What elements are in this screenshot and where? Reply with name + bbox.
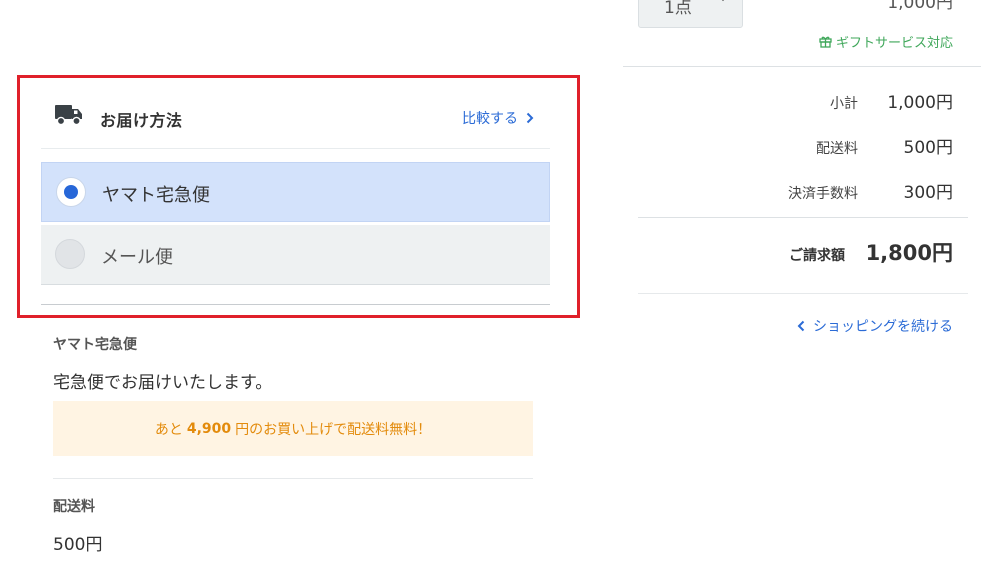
total-value: 1,800円 [865,241,953,265]
shipping-option-label: メール便 [101,247,173,268]
payment-fee-value: 300円 [903,183,953,203]
chevron-down-icon [715,0,731,2]
shipping-option-label: ヤマト宅急便 [102,185,210,206]
divider [41,304,550,305]
summary-subtotal: 小計 1,000円 [830,88,953,113]
radio-button[interactable] [55,239,85,269]
shipping-option-yamato[interactable]: ヤマト宅急便 [41,162,550,222]
free-shipping-banner: あと 4,900 円のお買い上げで配送料無料！ [53,401,533,456]
subtotal-value: 1,000円 [887,93,953,113]
shipping-fee-value: 500円 [903,138,953,158]
summary-shipping: 配送料 500円 [816,133,953,158]
shipping-method-panel: お届け方法 比較する ヤマト宅急便 メール便 [17,75,580,318]
summary-total: ご請求額 1,800円 [789,237,953,267]
continue-shopping-label: ショッピングを続ける [813,319,953,335]
compare-link[interactable]: 比較する [462,108,534,128]
divider [638,293,968,294]
shipping-option-mail[interactable]: メール便 [41,225,550,285]
shipping-detail-text: 宅急便でお届けいたします。 [53,373,273,393]
chevron-left-icon [797,320,805,332]
free-banner-amount: 4,900 [186,420,232,437]
continue-shopping-link[interactable]: ショッピングを続ける [797,316,953,336]
quantity-select[interactable]: 1点 [638,0,743,28]
divider [53,478,533,479]
summary-payment-fee: 決済手数料 300円 [788,178,953,203]
shipping-method-title: お届け方法 [100,111,183,130]
gift-icon [819,36,832,48]
chevron-right-icon [526,112,534,124]
total-label: ご請求額 [789,248,845,264]
shipping-fee-title: 配送料 [53,499,95,515]
free-banner-suffix: 円のお買い上げで配送料無料！ [235,421,432,438]
checkout-page: 1点 1,000円 ギフトサービス対応 小計 1,000円 配送料 500円 決… [0,0,981,570]
quantity-value: 1点 [664,0,692,18]
free-banner-prefix: あと [154,421,183,438]
gift-service-label: ギフトサービス対応 [835,36,953,51]
item-price: 1,000円 [887,0,953,13]
shipping-method-header: お届け方法 比較する [41,78,550,149]
subtotal-label: 小計 [830,96,858,112]
shipping-detail-title: ヤマト宅急便 [53,337,137,353]
compare-label: 比較する [462,111,518,127]
shipping-fee-amount: 500円 [53,535,103,555]
divider [623,66,981,67]
radio-button-selected[interactable] [56,177,86,207]
divider [638,217,968,218]
truck-icon [55,105,82,126]
gift-service-badge: ギフトサービス対応 [819,32,953,51]
shipping-fee-label: 配送料 [816,141,858,157]
payment-fee-label: 決済手数料 [788,186,858,202]
